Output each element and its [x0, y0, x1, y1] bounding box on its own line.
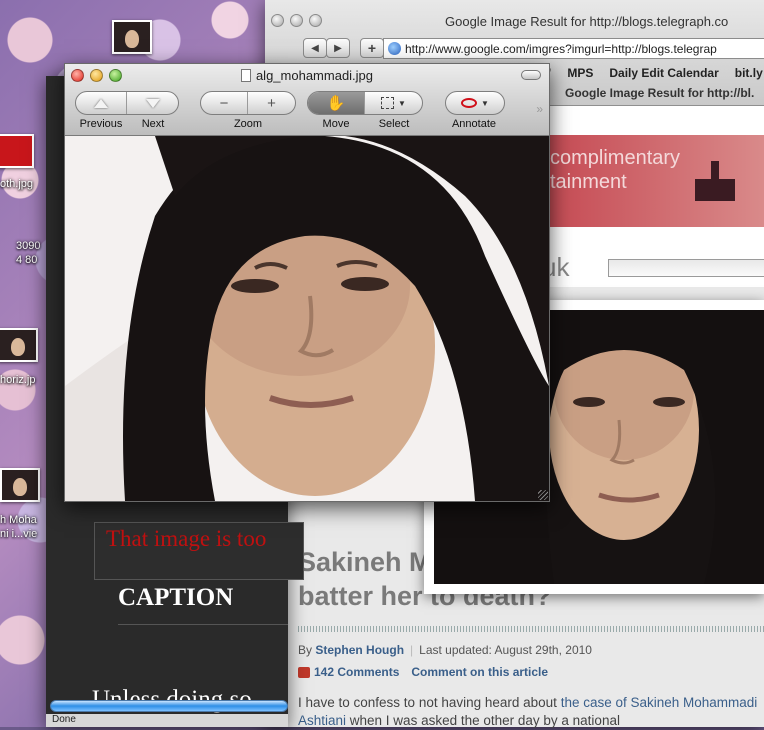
resize-grip-icon[interactable]	[538, 490, 548, 500]
browser-window-controls[interactable]	[271, 14, 328, 30]
chevron-right-icon: ▶	[334, 42, 342, 54]
select-rectangle-icon	[381, 97, 395, 109]
move-tool-button[interactable]: ✋	[308, 92, 366, 114]
select-tool-button[interactable]: ▼	[365, 92, 422, 114]
next-label: Next	[141, 118, 165, 130]
previous-label: Previous	[79, 118, 123, 130]
body-text: when I was asked the other day by a nati…	[346, 713, 620, 728]
bookmark-item[interactable]: Daily Edit Calendar	[609, 66, 718, 80]
tool-mode-control: ✋ ▼	[307, 91, 423, 115]
forward-button[interactable]: ▶	[326, 38, 350, 58]
comment-icon	[298, 666, 310, 678]
by-label: By	[298, 643, 313, 657]
caption-heading: CAPTION	[118, 584, 234, 611]
window-title-text: alg_mohammadi.jpg	[255, 68, 374, 83]
zoom-control: − +	[200, 91, 296, 115]
desktop-thumbnail-1[interactable]	[112, 20, 152, 54]
previous-button[interactable]	[76, 92, 128, 114]
add-bookmark-button[interactable]: +	[360, 38, 384, 58]
annotate-control: ▼	[445, 91, 505, 115]
close-icon[interactable]	[271, 14, 284, 27]
hand-icon: ✋	[326, 95, 346, 112]
image-canvas[interactable]	[65, 136, 549, 501]
article-byline: By Stephen Hough | Last updated: August 29…	[298, 643, 592, 657]
portrait-image	[65, 136, 549, 501]
chevron-down-icon: ▼	[481, 98, 489, 108]
window-title: alg_mohammadi.jpg	[65, 68, 549, 83]
previous-next-control	[75, 91, 179, 115]
select-label: Select	[378, 118, 410, 130]
browser-window-title: Google Image Result for http://blogs.tel…	[445, 14, 729, 29]
back-button[interactable]: ◀	[303, 38, 327, 58]
parliament-icon	[685, 161, 745, 201]
site-search-input[interactable]	[608, 259, 764, 277]
separator: |	[410, 643, 414, 657]
banner-text: tainment	[550, 171, 627, 193]
toolbar-toggle-button[interactable]	[521, 70, 541, 80]
status-bar: Done	[46, 714, 288, 727]
preview-toolbar: alg_mohammadi.jpg Previous Next − + Zoom…	[65, 64, 549, 136]
desktop-label: h Moha	[0, 514, 37, 526]
browser-nav: ◀ ▶ +	[303, 38, 384, 58]
address-bar[interactable]: http://www.google.com/imgres?imgurl=http…	[383, 38, 764, 59]
preview-window: alg_mohammadi.jpg Previous Next − + Zoom…	[64, 63, 550, 502]
caption-divider	[118, 624, 288, 625]
zoom-out-button[interactable]: −	[201, 92, 249, 114]
bookmark-item[interactable]: bit.ly	[735, 66, 763, 80]
desktop-thumbnail-2[interactable]	[0, 134, 34, 168]
globe-icon	[388, 42, 401, 55]
plus-icon: +	[367, 40, 377, 56]
chevron-down-icon: ▼	[398, 98, 406, 108]
body-text: I have to confess to not having heard ab…	[298, 695, 561, 710]
desktop-label: oth.jpg	[0, 178, 34, 190]
article-comments-row: 142 Comments Comment on this article	[298, 665, 548, 679]
last-updated: Last updated: August 29th, 2010	[419, 643, 592, 657]
desktop-thumbnail-4[interactable]	[0, 468, 40, 502]
bookmark-item[interactable]: MPS	[567, 66, 593, 80]
error-message: That image is too	[106, 526, 267, 551]
zoom-in-button[interactable]: +	[248, 92, 295, 114]
move-label: Move	[322, 118, 350, 130]
minimize-icon[interactable]	[290, 14, 303, 27]
desktop-label: 4 80	[16, 254, 38, 266]
article-body: I have to confess to not having heard ab…	[298, 694, 758, 730]
bookmarks-bar: m" MPS Daily Edit Calendar bit.ly	[535, 66, 763, 80]
desktop-label: ni i...vie	[0, 528, 38, 540]
desktop-label: 3090	[16, 240, 41, 252]
next-button[interactable]	[127, 92, 178, 114]
address-bar-url: http://www.google.com/imgres?imgurl=http…	[405, 41, 717, 56]
toolbar-overflow-icon[interactable]: »	[536, 102, 543, 116]
annotate-label: Annotate	[451, 118, 497, 130]
zoom-icon[interactable]	[309, 14, 322, 27]
author-link[interactable]: Stephen Hough	[315, 643, 404, 657]
arrow-up-icon	[94, 98, 108, 108]
article-headline[interactable]: Sakineh M	[298, 546, 432, 578]
page-load-progress	[50, 700, 288, 712]
minus-icon: −	[219, 94, 229, 112]
annotate-button[interactable]: ▼	[446, 92, 504, 114]
zoom-label: Zoom	[233, 118, 263, 130]
arrow-down-icon	[145, 98, 160, 108]
dotted-divider	[298, 626, 764, 632]
chevron-left-icon: ◀	[311, 42, 319, 54]
desktop-thumbnail-3[interactable]	[0, 328, 38, 362]
banner-text: complimentary	[550, 147, 681, 169]
comments-count-link[interactable]: 142 Comments	[314, 665, 399, 679]
oval-icon	[461, 98, 478, 108]
browser-tab[interactable]: Google Image Result for http://bl.	[565, 86, 754, 100]
plus-icon: +	[267, 94, 276, 112]
document-icon	[240, 69, 251, 82]
desktop-label: horiz.jp	[0, 374, 36, 386]
comment-on-article-link[interactable]: Comment on this article	[411, 665, 548, 679]
